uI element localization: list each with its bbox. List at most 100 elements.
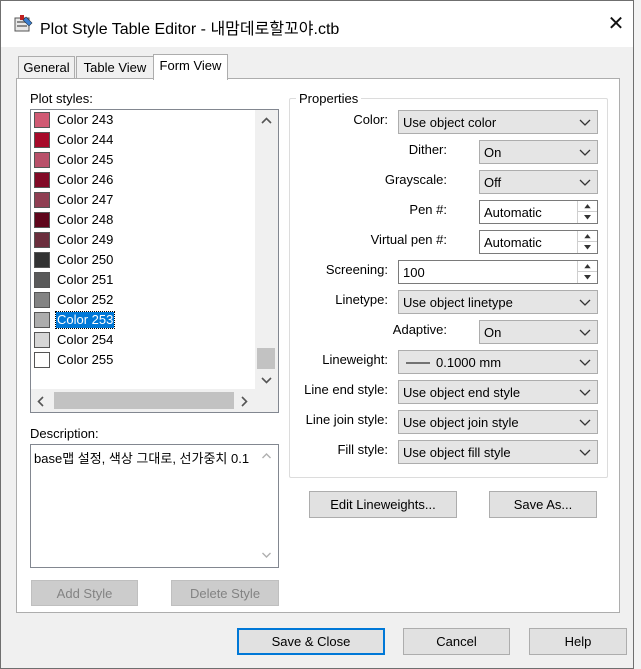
list-item[interactable]: Color 246 bbox=[31, 170, 255, 190]
list-item-label: Color 252 bbox=[57, 292, 114, 307]
list-item[interactable]: Color 247 bbox=[31, 190, 255, 210]
desc-scroll-up-icon[interactable] bbox=[261, 452, 272, 460]
chevron-down-icon bbox=[579, 329, 591, 336]
spin-up-icon[interactable] bbox=[578, 201, 597, 212]
tab-table-view[interactable]: Table View bbox=[76, 56, 154, 78]
scroll-left-icon[interactable] bbox=[36, 395, 46, 408]
scroll-up-icon[interactable] bbox=[260, 116, 273, 126]
list-item-label: Color 251 bbox=[57, 272, 114, 287]
description-label: Description: bbox=[30, 426, 99, 441]
grayscale-combo[interactable]: Off bbox=[479, 170, 598, 194]
desc-scroll-down-icon[interactable] bbox=[261, 551, 272, 559]
color-swatch bbox=[34, 172, 50, 188]
list-item[interactable]: Color 255 bbox=[31, 350, 255, 370]
spin-up-icon[interactable] bbox=[578, 261, 597, 272]
spin-down-icon[interactable] bbox=[578, 212, 597, 223]
list-item[interactable]: Color 249 bbox=[31, 230, 255, 250]
color-swatch bbox=[34, 272, 50, 288]
edit-lineweights-button[interactable]: Edit Lineweights... bbox=[309, 491, 457, 518]
list-item[interactable]: Color 253 bbox=[31, 310, 255, 330]
list-item-label: Color 243 bbox=[57, 112, 114, 127]
cancel-button[interactable]: Cancel bbox=[403, 628, 510, 655]
linetype-label: Linetype: bbox=[335, 292, 388, 307]
color-label: Color: bbox=[353, 112, 388, 127]
list-item[interactable]: Color 248 bbox=[31, 210, 255, 230]
chevron-down-icon bbox=[579, 449, 591, 456]
list-item[interactable]: Color 245 bbox=[31, 150, 255, 170]
background-window-edge bbox=[633, 0, 641, 669]
color-swatch bbox=[34, 312, 50, 328]
pen-spinbox[interactable]: Automatic bbox=[479, 200, 598, 224]
screening-label: Screening: bbox=[325, 262, 388, 277]
linetype-combo[interactable]: Use object linetype bbox=[398, 290, 598, 314]
screening-value: 100 bbox=[403, 265, 425, 280]
color-swatch bbox=[34, 152, 50, 168]
color-swatch bbox=[34, 332, 50, 348]
virtual-pen-value: Automatic bbox=[484, 235, 542, 250]
adaptive-combo[interactable]: On bbox=[479, 320, 598, 344]
list-item-label: Color 255 bbox=[57, 352, 114, 367]
spin-down-icon[interactable] bbox=[578, 272, 597, 283]
line-join-style-combo[interactable]: Use object join style bbox=[398, 410, 598, 434]
tab-general[interactable]: General bbox=[18, 56, 75, 78]
plot-style-table-editor-dialog: Plot Style Table Editor - 내맘데로할꼬야.ctb ✕ … bbox=[0, 0, 634, 669]
list-item[interactable]: Color 244 bbox=[31, 130, 255, 150]
dither-value: On bbox=[484, 145, 502, 160]
list-item[interactable]: Color 252 bbox=[31, 290, 255, 310]
vertical-scroll-thumb[interactable] bbox=[257, 348, 275, 369]
tab-form-view[interactable]: Form View bbox=[153, 54, 228, 80]
lineweight-value: 0.1000 mm bbox=[436, 355, 502, 370]
pen-value: Automatic bbox=[484, 205, 542, 220]
dither-label: Dither: bbox=[408, 142, 447, 157]
virtual-pen-label: Virtual pen #: bbox=[370, 232, 447, 247]
chevron-down-icon bbox=[579, 419, 591, 426]
list-item[interactable]: Color 254 bbox=[31, 330, 255, 350]
linetype-value: Use object linetype bbox=[403, 295, 513, 310]
color-swatch bbox=[34, 292, 50, 308]
scroll-down-icon[interactable] bbox=[260, 375, 273, 385]
fill-style-value: Use object fill style bbox=[403, 445, 511, 460]
list-item-label: Color 244 bbox=[57, 132, 114, 147]
list-item[interactable]: Color 243 bbox=[31, 110, 255, 130]
color-combo[interactable]: Use object color bbox=[398, 110, 598, 134]
list-item[interactable]: Color 251 bbox=[31, 270, 255, 290]
color-value: Use object color bbox=[403, 115, 497, 130]
add-style-button[interactable]: Add Style bbox=[31, 580, 138, 606]
chevron-down-icon bbox=[579, 359, 591, 366]
chevron-down-icon bbox=[579, 149, 591, 156]
screening-spinbox[interactable]: 100 bbox=[398, 260, 598, 284]
line-end-style-value: Use object end style bbox=[403, 385, 521, 400]
save-as-button[interactable]: Save As... bbox=[489, 491, 597, 518]
line-join-style-value: Use object join style bbox=[403, 415, 519, 430]
virtual-pen-spin-buttons bbox=[577, 231, 597, 253]
grayscale-label: Grayscale: bbox=[384, 172, 447, 187]
delete-style-button[interactable]: Delete Style bbox=[171, 580, 279, 606]
close-icon[interactable]: ✕ bbox=[605, 13, 627, 35]
virtual-pen-spinbox[interactable]: Automatic bbox=[479, 230, 598, 254]
horizontal-scroll-thumb[interactable] bbox=[54, 392, 234, 409]
color-swatch bbox=[34, 232, 50, 248]
description-text: base맵 설정, 색상 그대로, 선가중치 0.1 bbox=[34, 451, 250, 466]
list-item-label: Color 249 bbox=[57, 232, 114, 247]
adaptive-label: Adaptive: bbox=[392, 322, 447, 337]
dither-combo[interactable]: On bbox=[479, 140, 598, 164]
save-close-button[interactable]: Save & Close bbox=[237, 628, 385, 655]
list-item-label: Color 247 bbox=[57, 192, 114, 207]
scroll-right-icon[interactable] bbox=[239, 395, 249, 408]
chevron-down-icon bbox=[579, 179, 591, 186]
spin-down-icon[interactable] bbox=[578, 242, 597, 253]
color-swatch bbox=[34, 212, 50, 228]
spin-up-icon[interactable] bbox=[578, 231, 597, 242]
color-swatch bbox=[34, 132, 50, 148]
screening-spin-buttons bbox=[577, 261, 597, 283]
line-end-style-combo[interactable]: Use object end style bbox=[398, 380, 598, 404]
chevron-down-icon bbox=[579, 119, 591, 126]
line-end-style-label: Line end style: bbox=[304, 382, 388, 397]
help-button[interactable]: Help bbox=[529, 628, 627, 655]
plot-styles-label: Plot styles: bbox=[30, 91, 93, 106]
list-item-label: Color 250 bbox=[57, 252, 114, 267]
list-item-label: Color 248 bbox=[57, 212, 114, 227]
fill-style-combo[interactable]: Use object fill style bbox=[398, 440, 598, 464]
lineweight-combo[interactable]: 0.1000 mm bbox=[398, 350, 598, 374]
list-item[interactable]: Color 250 bbox=[31, 250, 255, 270]
